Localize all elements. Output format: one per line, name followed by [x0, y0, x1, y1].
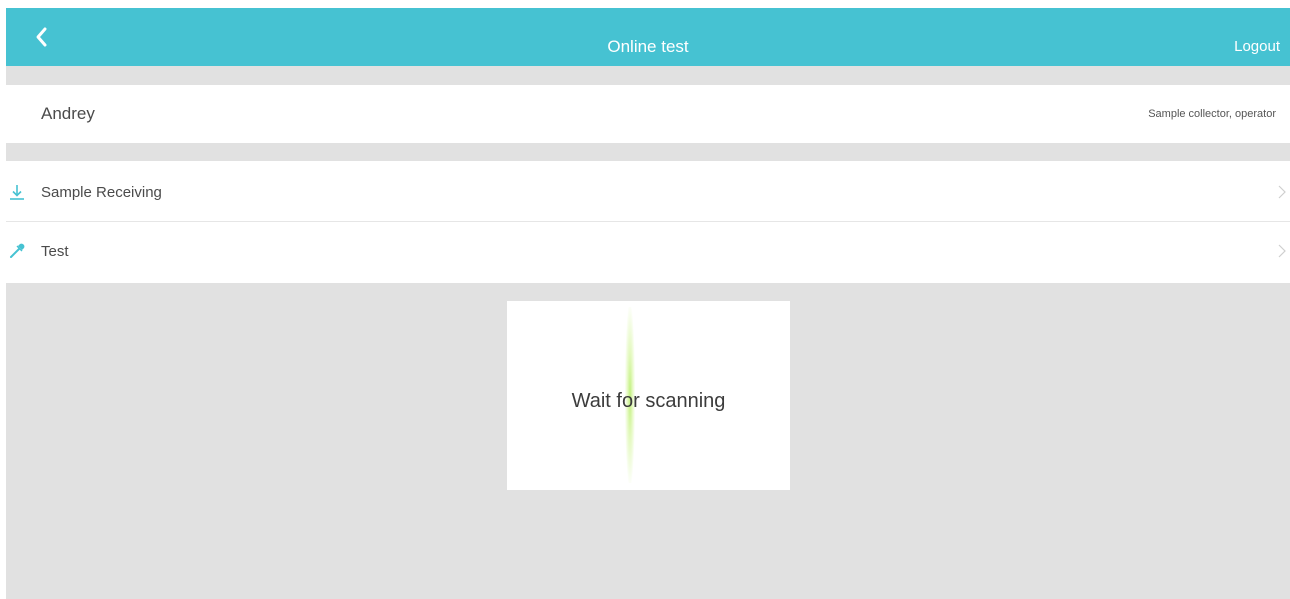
menu-item-test[interactable]: Test: [6, 223, 1290, 281]
logout-button[interactable]: Logout: [1234, 8, 1280, 66]
scanner-panel: Wait for scanning: [507, 301, 790, 490]
app-screen: Online test Logout Andrey Sample collect…: [6, 8, 1290, 599]
chevron-right-icon: [1278, 185, 1286, 199]
user-name: Andrey: [41, 104, 95, 123]
download-icon: [10, 185, 24, 200]
user-role: Sample collector, operator: [1148, 108, 1276, 120]
menu-divider: [6, 221, 1290, 222]
page-title: Online test: [607, 37, 689, 56]
menu-item-sample-receiving[interactable]: Sample Receiving: [6, 164, 1290, 222]
menu-item-label: Sample Receiving: [41, 184, 162, 201]
scanner-status: Wait for scanning: [571, 390, 726, 412]
dropper-icon: [10, 243, 25, 258]
menu-list: Sample Receiving Test: [6, 161, 1290, 283]
user-info-row: Andrey Sample collector, operator: [6, 85, 1290, 143]
chevron-left-icon: [36, 27, 47, 47]
top-bar: Online test Logout: [6, 8, 1290, 66]
chevron-right-icon: [1278, 244, 1286, 258]
back-button[interactable]: [30, 25, 54, 49]
menu-item-label: Test: [41, 243, 69, 260]
